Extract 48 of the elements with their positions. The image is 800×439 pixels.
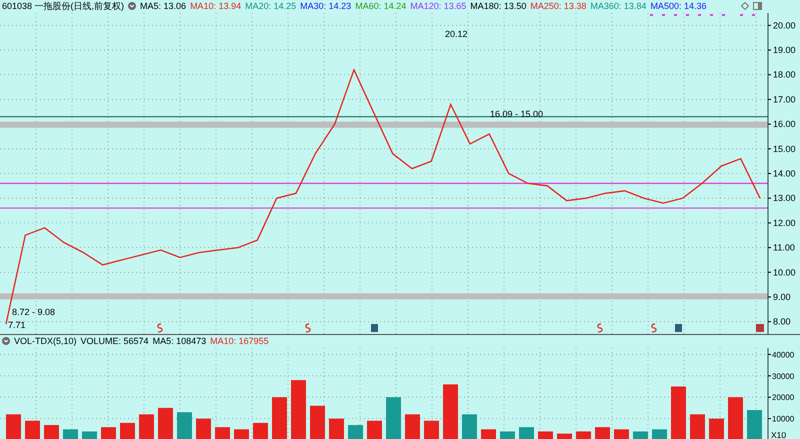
indicator-value: MA10: 13.94 xyxy=(190,2,242,11)
indicator-value: MA360: 13.84 xyxy=(590,2,646,11)
event-marker-icon[interactable] xyxy=(597,323,603,332)
collapse-icon[interactable] xyxy=(2,337,10,346)
axis-label: 8.00 xyxy=(773,316,791,327)
indicator-value: MA20: 14.25 xyxy=(245,2,296,11)
indicator-value: MA180: 13.50 xyxy=(470,2,526,11)
price-label: 16.09 - 15.00 xyxy=(490,108,544,119)
axis-label: 19.00 xyxy=(773,44,796,55)
event-marker-icon[interactable] xyxy=(651,323,657,332)
chart-title: 601038 一拖股份(日线,前复权) xyxy=(2,2,124,11)
axis-label: 17.00 xyxy=(773,94,796,104)
indicator-value: MA250: 13.38 xyxy=(530,2,586,11)
indicator-value: MA5: 13.06 xyxy=(140,2,186,11)
axis-label: 40000 xyxy=(772,350,794,360)
panel-toggle-icon[interactable] xyxy=(753,2,762,10)
indicator-value: MA120: 13.65 xyxy=(410,2,466,11)
event-marker-icon[interactable] xyxy=(305,323,311,332)
indicator-value: MA30: 14.23 xyxy=(300,2,352,11)
indicator-value: VOLUME: 56574 xyxy=(80,336,149,346)
axis-label: 20.00 xyxy=(773,20,796,30)
axis-label: 15.00 xyxy=(773,144,796,154)
price-label: 20.12 xyxy=(445,28,468,39)
axis-label: 13.00 xyxy=(773,193,796,204)
axis-label: 12.00 xyxy=(773,218,796,228)
axis-label: 11.00 xyxy=(773,242,795,252)
indicator-value: MA60: 14.24 xyxy=(355,2,406,11)
axis-label: 20000 xyxy=(772,392,794,402)
report-marker-icon[interactable] xyxy=(675,324,682,332)
unit-label: X10 xyxy=(771,430,786,439)
indicator-value: MA10: 167955 xyxy=(210,336,269,346)
event-marker-icon[interactable] xyxy=(157,323,163,332)
indicator-title: VOL-TDX(5,10) xyxy=(14,336,77,346)
diamond-icon[interactable] xyxy=(741,2,749,10)
indicator-value: MA500: 14.36 xyxy=(650,2,706,11)
axis-label: 14.00 xyxy=(773,168,796,178)
price-label: 8.72 - 9.08 xyxy=(12,306,56,317)
axis-label: 30000 xyxy=(772,372,794,381)
axis-label: 16.00 xyxy=(773,119,796,129)
axis-label: 10000 xyxy=(772,414,794,424)
alert-marker-icon[interactable] xyxy=(756,324,764,332)
report-marker-icon[interactable] xyxy=(371,324,378,332)
axis-label: 10.00 xyxy=(773,267,796,278)
axis-label: 18.00 xyxy=(773,70,796,80)
indicator-value: MA5: 108473 xyxy=(152,336,206,346)
axis-label: 9.00 xyxy=(773,292,791,302)
price-label: 7.71 xyxy=(8,320,26,330)
collapse-icon[interactable] xyxy=(128,2,136,10)
